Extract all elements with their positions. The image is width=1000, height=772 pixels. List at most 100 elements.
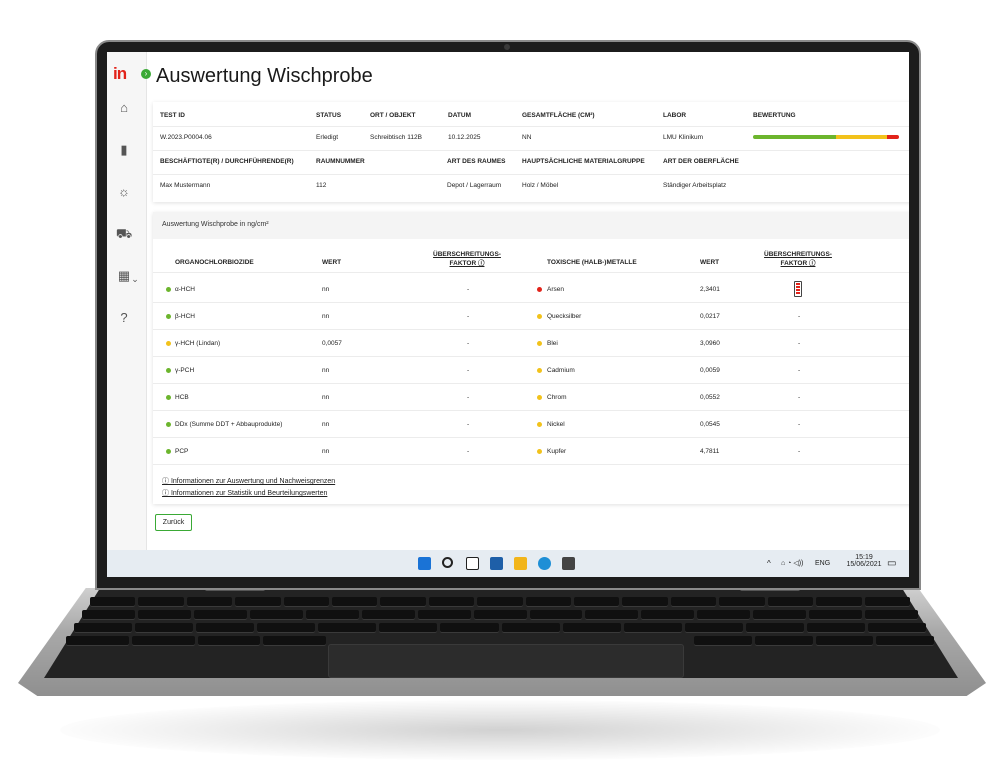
rating-segment xyxy=(887,135,899,139)
organochlorine-substance-name: γ-PCH xyxy=(175,367,195,374)
key xyxy=(186,597,233,607)
summary-value: W.2023.P0004.06 xyxy=(160,134,212,141)
metal-exceedance-factor: - xyxy=(798,340,801,347)
divider xyxy=(153,150,909,151)
summary-value: Holz / Möbel xyxy=(522,182,559,189)
screen: in ⌂ ▮ ☼ ⛟ ▦? ⌄ › Auswertung Wischprobe TEST … xyxy=(107,52,909,577)
back-button[interactable]: Zurück xyxy=(155,514,192,531)
metal-substance-value: 3,0960 xyxy=(700,340,720,347)
column-header: ORGANOCHLORBIOZIDE xyxy=(175,259,254,266)
widgets-icon[interactable] xyxy=(490,557,503,570)
summary-value: Depot / Lagerraum xyxy=(447,182,502,189)
lightbulb-icon[interactable]: ☼ xyxy=(113,181,135,203)
metal-exceedance-factor: - xyxy=(798,394,801,401)
taskbar: ^ ⌂ ◔ ◁)) ENG 15:19 15/06/2021 ▭ xyxy=(107,550,909,577)
summary-header: HAUPTSÄCHLICHE MATERIALGRUPPE xyxy=(522,158,645,165)
metal-substance-value: 0,0217 xyxy=(700,313,720,320)
organochlorine-exceedance-factor: - xyxy=(467,394,470,401)
key xyxy=(876,636,934,646)
key-row xyxy=(90,597,910,607)
sidebar: in ⌂ ▮ ☼ ⛟ ▦? ⌄ xyxy=(107,52,147,550)
header-line: ÜBERSCHREITUNGS- xyxy=(433,251,501,258)
key xyxy=(754,636,813,646)
metal-exceedance-factor: - xyxy=(798,448,801,455)
exceedance-factor-header[interactable]: ÜBERSCHREITUNGS- FAKTOR ⓘ xyxy=(758,250,838,268)
key xyxy=(684,623,743,633)
key xyxy=(622,597,668,607)
divider xyxy=(153,174,909,175)
summary-header: GESAMTFLÄCHE (CM²) xyxy=(522,112,595,119)
key xyxy=(525,597,572,607)
key xyxy=(473,610,527,620)
organochlorine-substance-name: γ-HCH (Lindan) xyxy=(175,340,221,347)
organochlorine-substance-name: PCP xyxy=(175,448,189,455)
store-icon[interactable] xyxy=(562,557,575,570)
tray-chevron-icon[interactable]: ^ xyxy=(767,559,771,568)
exceedance-factor-header[interactable]: ÜBERSCHREITUNGS- FAKTOR ⓘ xyxy=(427,250,507,268)
organochlorine-substance-value: nn xyxy=(322,313,330,320)
column-header: WERT xyxy=(322,259,342,266)
divider xyxy=(153,272,909,273)
key xyxy=(529,610,583,620)
metal-substance-name: Nickel xyxy=(547,421,565,428)
cart-icon[interactable]: ⛟ xyxy=(113,223,135,245)
row-divider xyxy=(153,329,909,330)
chevron-down-icon[interactable]: ⌄ xyxy=(124,268,146,290)
file-explorer-icon[interactable] xyxy=(514,557,527,570)
expand-sidebar-icon[interactable]: › xyxy=(141,69,151,79)
edge-browser-icon[interactable] xyxy=(538,557,551,570)
home-icon[interactable]: ⌂ xyxy=(113,97,135,119)
organochlorine-substance-value: nn xyxy=(322,421,330,428)
status-dot-yellow xyxy=(166,341,171,346)
key xyxy=(66,636,129,646)
organochlorine-substance-value: nn xyxy=(322,448,330,455)
key xyxy=(694,636,752,646)
metal-substance-name: Arsen xyxy=(547,286,564,293)
key xyxy=(815,636,874,646)
task-view-icon[interactable] xyxy=(466,557,479,570)
key xyxy=(745,623,804,633)
key xyxy=(623,623,682,633)
key xyxy=(379,623,438,633)
key-row xyxy=(694,636,934,646)
windows-start-icon[interactable] xyxy=(418,557,431,570)
key xyxy=(283,597,330,607)
metal-substance-value: 0,0552 xyxy=(700,394,720,401)
summary-value: Ständiger Arbeitsplatz xyxy=(663,182,727,189)
key xyxy=(90,597,136,607)
help-icon[interactable]: ? xyxy=(113,307,135,329)
summary-header: STATUS xyxy=(316,112,342,119)
key xyxy=(501,623,560,633)
key xyxy=(809,610,863,620)
metal-substance-value: 0,0545 xyxy=(700,421,720,428)
key xyxy=(249,610,303,620)
key xyxy=(865,610,919,620)
chart-icon[interactable]: ▮ xyxy=(113,139,135,161)
organochlorine-exceedance-factor: - xyxy=(467,367,470,374)
key-row xyxy=(74,623,927,633)
results-card: Auswertung Wischprobe in ng/cm² ORGANOCH… xyxy=(153,212,909,504)
app-logo[interactable]: in xyxy=(113,64,127,84)
metal-substance-value: 0,0059 xyxy=(700,367,720,374)
summary-value: LMU Klinikum xyxy=(663,134,704,141)
organochlorine-exceedance-factor: - xyxy=(467,286,470,293)
metal-substance-value: 4,7811 xyxy=(700,448,720,455)
status-dot-yellow xyxy=(537,422,542,427)
key xyxy=(719,597,765,607)
info-link[interactable]: ⓘ Informationen zur Auswertung und Nachw… xyxy=(162,476,335,486)
header-line: FAKTOR ⓘ xyxy=(449,260,485,267)
tray-status-icons[interactable]: ⌂ ◔ ◁)) xyxy=(781,559,803,567)
rating-segment xyxy=(753,135,837,139)
organochlorine-exceedance-factor: - xyxy=(467,340,470,347)
organochlorine-exceedance-factor: - xyxy=(467,421,470,428)
clock[interactable]: 15:19 15/06/2021 xyxy=(846,554,882,568)
key xyxy=(257,623,316,633)
key xyxy=(380,597,426,607)
summary-header: TEST ID xyxy=(160,112,185,119)
page-title: Auswertung Wischprobe xyxy=(156,65,373,87)
language-indicator[interactable]: ENG xyxy=(815,560,830,567)
search-icon[interactable] xyxy=(442,557,453,568)
organochlorine-exceedance-factor: - xyxy=(467,313,470,320)
notification-icon[interactable]: ▭ xyxy=(887,558,896,569)
info-link[interactable]: ⓘ Informationen zur Statistik und Beurte… xyxy=(162,488,327,498)
